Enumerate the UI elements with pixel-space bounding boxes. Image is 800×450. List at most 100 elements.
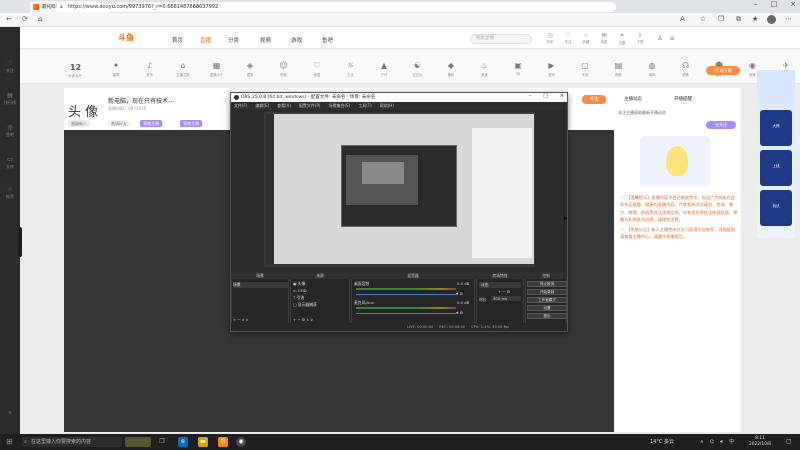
category-item[interactable]: ☊ 语音: [676, 62, 696, 78]
mixer-mic-slider[interactable]: [356, 313, 456, 314]
network-icon[interactable]: ⌬: [710, 439, 714, 445]
home-icon[interactable]: ⌂: [38, 15, 42, 23]
extensions-icon[interactable]: ⧉: [736, 15, 741, 24]
site-logo[interactable]: 斗鱼: [118, 32, 134, 43]
weather-widget[interactable]: 14°C 多云: [650, 438, 674, 445]
category-item[interactable]: ♨ 美食: [475, 62, 495, 78]
start-windows-icon[interactable]: ⊞: [6, 437, 13, 446]
panel-follow-button[interactable]: 去关注: [706, 121, 736, 129]
stop-streaming-button[interactable]: 停止推流: [527, 281, 567, 287]
minimize-icon[interactable]: –: [754, 0, 758, 8]
category-item[interactable]: ♪ 音乐: [140, 62, 160, 78]
nav-video[interactable]: 视频: [260, 36, 271, 44]
category-item[interactable]: ◈ 赛事: [240, 62, 260, 78]
obs-menu-item[interactable]: 场景集合(S): [328, 103, 350, 109]
exit-button[interactable]: 退出: [527, 313, 567, 319]
ad-card-2[interactable]: 上线: [760, 150, 792, 186]
studio-mode-button[interactable]: 工作室模式: [527, 297, 567, 303]
category-item[interactable]: ✦ 星秀: [106, 62, 126, 78]
header-history[interactable]: ◷ 历史: [544, 32, 556, 45]
header-download[interactable]: ⇩ 下载: [634, 32, 646, 45]
obs-maximize-icon[interactable]: □: [543, 93, 548, 99]
header-location[interactable]: ⌖ 位置: [616, 32, 628, 46]
refresh-icon[interactable]: ⟳: [22, 15, 28, 23]
back-icon[interactable]: ←: [6, 15, 12, 23]
source-add-icon[interactable]: + − ⚙ ∧ ∨: [293, 317, 313, 322]
nav-home[interactable]: 首页: [172, 36, 183, 44]
taskbar-widget-image[interactable]: [125, 437, 151, 447]
favorite-star-icon[interactable]: ☆: [700, 15, 706, 23]
sidebar-item-docs[interactable]: ▭ 文库: [0, 156, 20, 170]
room-tag-honor-2[interactable]: 荣誉主播: [180, 120, 202, 127]
tab-anchor-news[interactable]: 主播动态: [624, 96, 642, 102]
read-aloud-icon[interactable]: A: [680, 15, 685, 23]
category-item[interactable]: ▶ 游戏: [542, 62, 562, 78]
scene-add-icon[interactable]: + − ∧ ∨: [233, 317, 249, 322]
sidebar-item-fishbar[interactable]: ◎ 鱼吧: [0, 124, 20, 138]
volume-icon[interactable]: 🔊︎: [720, 439, 723, 445]
category-item[interactable]: ▣ 3D: [508, 62, 528, 77]
edge-icon[interactable]: e: [178, 437, 188, 447]
more-icon[interactable]: ⋯: [785, 15, 792, 23]
category-item[interactable]: ◍ 单机: [642, 62, 662, 78]
obs-close-icon[interactable]: ×: [560, 93, 564, 99]
category-item[interactable]: ◆ 兼技: [441, 62, 461, 78]
sidebar-item-rank[interactable]: ▤ 排行榜: [0, 92, 20, 106]
category-item[interactable]: ▲ 户外: [374, 62, 394, 78]
file-explorer-icon[interactable]: ▬: [198, 437, 208, 447]
header-menu-icon[interactable]: ≡: [666, 35, 678, 42]
obs-menu-item[interactable]: 编辑(E): [255, 103, 269, 109]
category-item[interactable]: ☺ 颜值: [274, 62, 294, 78]
header-user-icon[interactable]: ♙: [654, 35, 666, 42]
obs-menu-item[interactable]: 配置文件(P): [299, 103, 321, 109]
room-tag-new[interactable]: 超级新人: [68, 120, 90, 127]
collections-icon[interactable]: ❐: [718, 15, 724, 23]
obs-menu-item[interactable]: 查看(V): [277, 103, 291, 109]
favorites-icon[interactable]: ★: [752, 15, 758, 23]
site-search-input[interactable]: 搜索主播: [470, 34, 532, 44]
category-item[interactable]: ☯ 交友派: [408, 62, 428, 78]
close-window-icon[interactable]: ×: [790, 0, 796, 8]
mixer-desktop-speaker-icon[interactable]: 🔊︎ ⚙: [456, 291, 463, 296]
nav-live[interactable]: 直播: [200, 36, 211, 44]
header-follow[interactable]: ♡ 关注: [562, 32, 574, 45]
taskbar-search-input[interactable]: ⌕ 在这里输入你要搜索的内容: [22, 437, 122, 447]
sidebar-item-follow[interactable]: ♡ 关注: [0, 60, 20, 74]
source-item-avatar[interactable]: ▣ 头像: [293, 281, 305, 287]
scene-item[interactable]: 场景: [233, 282, 288, 288]
header-favorite[interactable]: ☆ 收藏: [580, 32, 592, 45]
room-tag-invite[interactable]: 邀请好友: [108, 120, 130, 127]
obs-menu-item[interactable]: 帮助(H): [380, 103, 394, 109]
ime-icon[interactable]: 中: [729, 438, 734, 445]
profile-avatar[interactable]: [767, 15, 776, 24]
mixer-desktop-slider[interactable]: [356, 294, 456, 295]
category-item[interactable]: ⌂ 主播之家: [173, 62, 193, 78]
app-g-icon[interactable]: G: [218, 437, 228, 447]
ad-card-1[interactable]: 大神: [760, 110, 792, 146]
follow-button[interactable]: 关注: [582, 95, 606, 104]
ad-card-3[interactable]: 玩法: [760, 190, 792, 226]
settings-button[interactable]: 设置: [527, 305, 567, 311]
sidebar-settings-icon[interactable]: ⚙: [0, 410, 20, 415]
nav-game[interactable]: 游戏: [291, 36, 302, 44]
sidebar-collapse-handle[interactable]: [18, 227, 22, 257]
category-item[interactable]: ▦ 直播大厅: [207, 62, 227, 78]
source-item-display[interactable]: ▢ 显示器捕获: [293, 302, 317, 308]
mixer-mic-speaker-icon[interactable]: 🔊︎ ⚙: [456, 310, 463, 315]
pc-download-button[interactable]: PC端下载: [706, 66, 740, 75]
category-item[interactable]: ☼ 生活: [341, 62, 361, 78]
header-message[interactable]: ✉ 消息: [598, 32, 610, 45]
source-item-cmd[interactable]: ▭ CMD: [293, 288, 307, 293]
source-item-text[interactable]: T 引流: [293, 295, 304, 301]
category-item[interactable]: ♡ 情感: [307, 62, 327, 78]
nav-fishbar[interactable]: 鱼吧: [322, 36, 333, 44]
category-item[interactable]: ▤ 网游: [609, 62, 629, 78]
sidebar-item-recommend[interactable]: ☆ 推荐: [0, 186, 20, 200]
obs-titlebar[interactable]: OBS 25.0.8 (64 bit, windows) - 配置文件: 未命名…: [231, 93, 567, 102]
obs-menu-item[interactable]: 工具(T): [358, 103, 372, 109]
obs-taskbar-icon[interactable]: ◉: [236, 437, 246, 447]
transition-select[interactable]: 淡出: [479, 282, 521, 288]
task-view-icon[interactable]: ❐: [157, 437, 167, 447]
taskbar-clock[interactable]: 8:11 2022/10/8: [749, 436, 771, 448]
url-input[interactable]: 🔒︎ https://www.douyu.com/9973976?_r=0.66…: [56, 2, 616, 12]
